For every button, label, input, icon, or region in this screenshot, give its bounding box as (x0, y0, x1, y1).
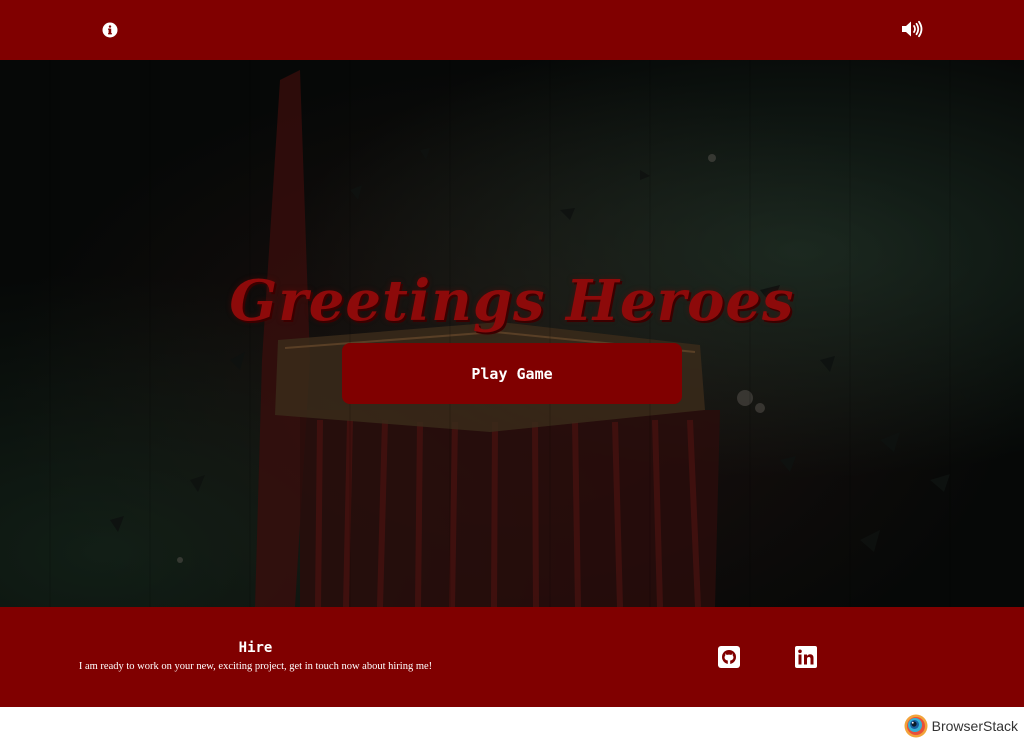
linkedin-icon (795, 646, 817, 668)
footer: Hire I am ready to work on your new, exc… (0, 607, 1024, 707)
play-game-button[interactable]: Play Game (342, 343, 682, 404)
game-title: Greetings Heroes (229, 268, 795, 334)
browserstack-label: BrowserStack (931, 718, 1018, 734)
hire-description: I am ready to work on your new, exciting… (78, 661, 433, 672)
linkedin-link[interactable] (795, 646, 817, 668)
browserstack-eye-icon (904, 714, 928, 738)
hire-heading: Hire (238, 640, 273, 656)
hero-section: Greetings Heroes Play Game (0, 60, 1024, 607)
sound-toggle-button[interactable] (900, 17, 924, 41)
info-button[interactable] (98, 18, 122, 42)
info-circle-icon (102, 22, 118, 38)
top-bar (0, 0, 1024, 60)
github-link[interactable] (718, 646, 740, 668)
watermark-strip: BrowserStack (0, 707, 1024, 746)
github-icon (718, 646, 740, 668)
volume-up-icon (902, 20, 923, 38)
browserstack-logo: BrowserStack (904, 714, 1018, 738)
